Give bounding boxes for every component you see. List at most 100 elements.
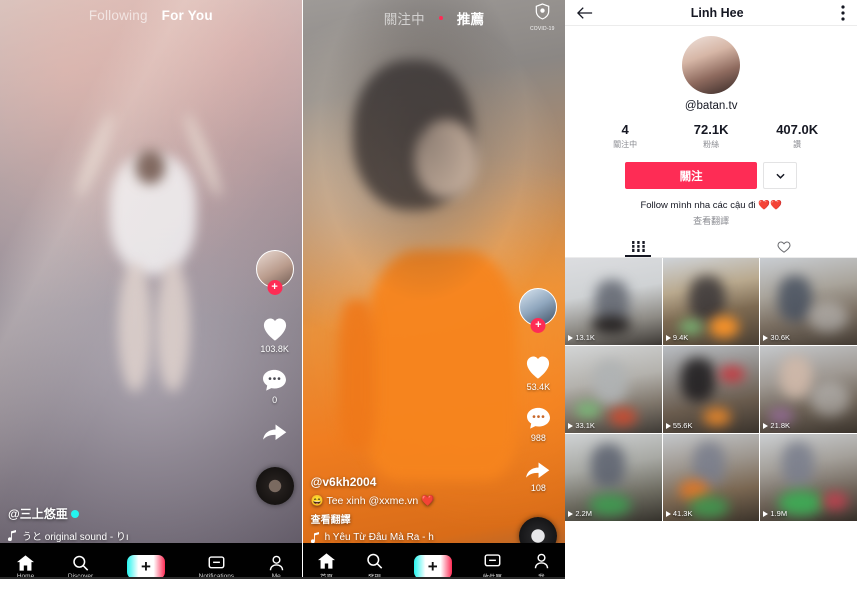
play-count: 1.9M	[770, 509, 788, 518]
back-arrow-icon[interactable]	[577, 6, 593, 20]
music-disc-icon[interactable]	[255, 467, 294, 505]
music-row[interactable]: うと original sound - りı	[8, 528, 219, 543]
share-button[interactable]	[261, 419, 289, 443]
see-translation-link[interactable]: 查看翻譯	[311, 511, 495, 526]
stat-likes[interactable]: 407.0K 讚	[754, 122, 840, 150]
stat-followers[interactable]: 72.1K 粉絲	[668, 122, 754, 150]
follow-button[interactable]: 關注	[625, 162, 758, 189]
video-cell[interactable]: 13.1K	[565, 258, 662, 345]
video-cell[interactable]: 30.6K	[760, 258, 857, 345]
covid-info-button[interactable]: COVID-19	[527, 3, 557, 32]
play-count: 21.8K	[770, 421, 791, 430]
video-cell[interactable]: 21.8K	[760, 346, 857, 433]
profile-stats: 4 關注中 72.1K 粉絲 407.0K 讚	[565, 122, 857, 150]
action-rail-left: + 103.8K 0	[255, 250, 294, 505]
follow-plus-icon[interactable]: +	[530, 318, 546, 333]
tab-for-you[interactable]: For You	[162, 8, 213, 23]
video-plays: 41.3K	[665, 509, 693, 518]
play-icon	[568, 422, 574, 429]
nav-discover[interactable]: Discover	[68, 555, 93, 580]
like-button[interactable]: 53.4K	[524, 354, 552, 392]
caption-block-right: @v6kh2004 😄 Tee xinh @xxme.vn ❤️ 查看翻譯 h …	[310, 475, 495, 543]
more-options-dropdown[interactable]	[763, 162, 798, 189]
profile-handle: @batan.tv	[684, 100, 738, 112]
username-text: @三上悠亜	[8, 507, 68, 521]
heart-icon	[263, 318, 286, 341]
video-plays: 9.4K	[665, 333, 689, 342]
plus-icon[interactable]: +	[126, 555, 165, 579]
profile-tabs	[565, 236, 857, 258]
play-icon	[665, 422, 671, 429]
video-cell[interactable]: 33.1K	[565, 346, 662, 433]
video-cell[interactable]: 41.3K	[662, 434, 760, 521]
share-icon	[262, 424, 286, 441]
stat-followers-label: 粉絲	[703, 140, 720, 149]
play-icon	[568, 510, 574, 517]
comment-button[interactable]: 988	[525, 406, 552, 443]
like-count: 53.4K	[526, 382, 551, 392]
creator-avatar-button[interactable]: +	[255, 250, 294, 295]
nav-create[interactable]: +	[126, 555, 165, 579]
grid-icon	[631, 241, 645, 252]
nav-me[interactable]: Me	[268, 555, 285, 580]
follow-plus-icon[interactable]: +	[267, 280, 283, 295]
video-grid: 13.1K 9.4K 30.6K 33.1K 55.6K 21.8K 2.2M …	[565, 258, 857, 521]
bio-translate-link[interactable]: 查看翻譯	[565, 214, 857, 227]
search-icon	[73, 555, 89, 571]
creator-username[interactable]: @v6kh2004	[311, 475, 495, 489]
play-count: 55.6K	[672, 421, 693, 430]
video-cell[interactable]: 55.6K	[662, 346, 760, 433]
tab-liked-videos[interactable]	[711, 236, 857, 257]
share-icon	[526, 462, 550, 479]
person-icon	[534, 553, 549, 569]
person-icon	[269, 555, 284, 570]
bio-hearts-icon: ❤️❤️	[758, 200, 782, 211]
play-icon	[763, 510, 769, 517]
play-count: 13.1K	[575, 333, 595, 342]
video-plays: 55.6K	[665, 421, 693, 430]
tab-videos-grid[interactable]	[565, 236, 711, 257]
video-cell[interactable]: 9.4K	[662, 258, 760, 345]
profile-avatar[interactable]	[682, 36, 741, 94]
music-note-icon	[8, 530, 16, 541]
comment-count: 0	[272, 395, 278, 405]
nav-notifications[interactable]: Notifications	[199, 555, 234, 580]
comment-button[interactable]: 0	[261, 368, 288, 405]
play-icon	[763, 422, 769, 429]
feed-top-tabs-right: 關注中 推薦	[303, 8, 566, 28]
home-icon	[17, 554, 35, 571]
play-count: 33.1K	[575, 421, 595, 430]
play-icon	[568, 334, 574, 341]
profile-header: Linh Hee	[565, 0, 857, 26]
caption-block-left: @三上悠亜 うと original sound - りı	[8, 505, 219, 543]
video-cell[interactable]: 1.9M	[760, 434, 857, 521]
more-vertical-icon[interactable]	[841, 4, 845, 21]
profile-actions: 關注	[565, 162, 857, 189]
play-count: 41.3K	[672, 509, 693, 518]
plus-icon[interactable]: +	[413, 555, 452, 579]
tab-following[interactable]: Following	[89, 8, 148, 23]
video-cell[interactable]: 2.2M	[565, 434, 662, 521]
comment-icon	[263, 369, 287, 391]
covid-label: COVID-19	[529, 26, 555, 32]
tab-following-zh[interactable]: 關注中	[384, 8, 425, 28]
tab-live-dot-icon	[438, 16, 443, 20]
home-icon	[318, 553, 336, 569]
music-title: h Yêu Từ Đâu Mà Ra - h	[324, 532, 434, 543]
creator-avatar-button[interactable]: +	[519, 288, 558, 333]
tab-recommend-zh[interactable]: 推薦	[457, 8, 484, 28]
stat-following[interactable]: 4 關注中	[582, 122, 668, 150]
comment-icon	[526, 407, 550, 429]
username-text: @v6kh2004	[310, 474, 377, 489]
creator-username[interactable]: @三上悠亜	[8, 505, 219, 522]
page-title: Linh Hee	[690, 5, 744, 20]
share-button[interactable]: 108	[524, 457, 552, 493]
nav-create[interactable]: +	[413, 555, 452, 579]
action-rail-right: + 53.4K 988 108	[519, 288, 558, 555]
profile-panel: Linh Hee @batan.tv 4 關注中 72.1K 粉絲 407.0K…	[565, 0, 857, 591]
music-row[interactable]: h Yêu Từ Đâu Mà Ra - h	[310, 532, 495, 543]
nav-home[interactable]: Home	[17, 554, 35, 580]
stat-likes-label: 讚	[793, 140, 802, 149]
play-count: 9.4K	[672, 333, 689, 342]
like-button[interactable]: 103.8K	[260, 316, 289, 354]
